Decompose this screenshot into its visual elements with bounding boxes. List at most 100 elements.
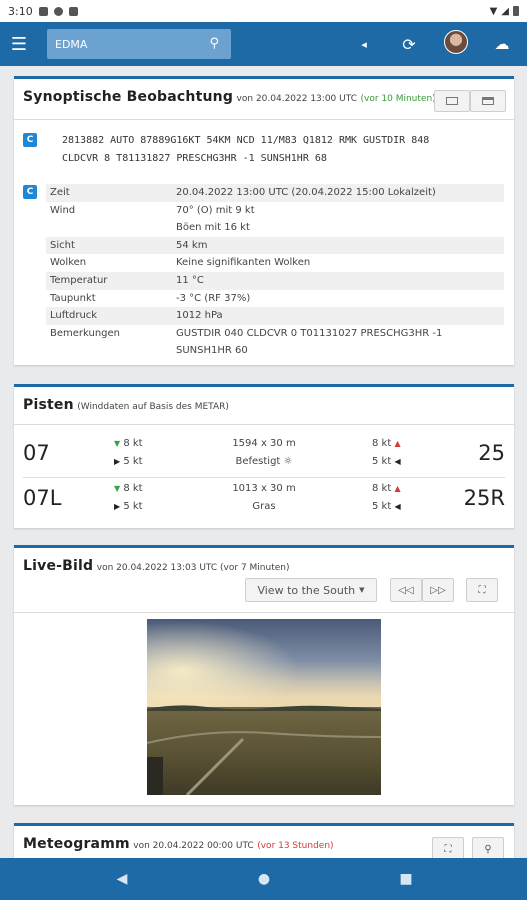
table-row: Sicht 54 km <box>46 236 504 255</box>
decoded-source-badge: C <box>23 185 37 199</box>
synop-card: Synoptische Beobachtung von 20.04.2022 1… <box>14 76 514 365</box>
synop-age: (vor 10 Minuten) <box>360 94 436 104</box>
back-icon[interactable]: ◀ <box>112 870 132 888</box>
runways-subtitle: (Winddaten auf Basis des METAR) <box>77 402 229 412</box>
table-row: SUNSH1HR 60 <box>176 345 248 357</box>
magnifier-icon: ⚲ <box>484 843 492 855</box>
runway-right-id: 25R <box>463 486 505 510</box>
meteogram-age: (vor 13 Stunden) <box>257 841 334 851</box>
sd-card-icon <box>68 6 78 16</box>
webcam-title: Live-Bild <box>23 558 94 574</box>
crosswind-icon: ◀ <box>394 502 401 511</box>
table-view-icon <box>446 97 458 105</box>
tailwind-icon: ▲ <box>394 484 401 493</box>
expand-icon: ⛶ <box>478 584 486 596</box>
webcam-image-graphic <box>147 619 381 795</box>
fullscreen-button[interactable]: ⛶ <box>466 578 498 602</box>
fast-forward-icon: ▷▷ <box>430 584 446 596</box>
crosswind-icon: ◀ <box>394 457 401 466</box>
meteogram-timestamp: von 20.04.2022 00:00 UTC <box>133 841 254 851</box>
app-icon <box>53 6 63 16</box>
meteogram-header: Meteogramm von 20.04.2022 00:00 UTC (vor… <box>23 836 334 852</box>
metar-text: 2813882 AUTO 87889G16KT 54KM NCD 11/M83 … <box>62 132 429 168</box>
rewind-icon: ◁◁ <box>398 584 414 596</box>
crosswind-left: 5 kt <box>123 456 143 467</box>
signal-icon: ◢ <box>501 5 509 17</box>
next-image-button[interactable]: ▷▷ <box>422 578 454 602</box>
previous-image-button[interactable]: ◁◁ <box>390 578 422 602</box>
avatar[interactable] <box>444 30 468 54</box>
refresh-icon[interactable]: ⟳ <box>397 32 421 56</box>
weather-cloud-icon[interactable]: ☁ <box>490 32 514 56</box>
table-row: Zeit 20.04.2022 13:00 UTC (20.04.2022 15:… <box>46 184 504 202</box>
view-raw-button[interactable] <box>470 90 506 112</box>
crosswind-right: 5 kt <box>372 456 392 467</box>
divider <box>14 119 514 120</box>
table-row: Böen mit 16 kt <box>176 222 250 234</box>
view-decoded-button[interactable] <box>434 90 470 112</box>
metar-source-badge: C <box>23 133 37 147</box>
headwind-left: 8 kt <box>123 483 143 494</box>
runway-dimensions: 1013 x 30 m <box>232 483 296 494</box>
observation-table: Zeit 20.04.2022 13:00 UTC (20.04.2022 15:… <box>46 184 504 360</box>
headwind-icon: ▼ <box>114 484 121 493</box>
metar-line: CLDCVR 8 T81131827 PRESCHG3HR -1 SUNSH1H… <box>62 153 327 164</box>
metar-line: 2813882 AUTO 87889G16KT 54KM NCD 11/M83 … <box>62 135 430 146</box>
search-icon[interactable]: ⚲ <box>209 36 219 51</box>
runway-right-id: 25 <box>478 441 505 465</box>
synop-timestamp: von 20.04.2022 13:00 UTC <box>236 94 357 104</box>
expand-icon: ⛶ <box>444 843 452 855</box>
list-view-icon <box>482 97 494 105</box>
camera-view-select[interactable]: View to the South ▼ <box>245 578 377 602</box>
runways-card: Pisten (Winddaten auf Basis des METAR) 0… <box>14 384 514 528</box>
runways-title: Pisten <box>23 397 74 413</box>
headwind-left: 8 kt <box>123 438 143 449</box>
runway-surface: Gras <box>252 501 276 512</box>
runway-left-id: 07L <box>23 486 62 510</box>
wifi-icon: ▼ <box>489 5 498 17</box>
webcam-header: Live-Bild von 20.04.2022 13:03 UTC (vor … <box>23 558 290 574</box>
home-icon[interactable]: ● <box>254 870 274 888</box>
runway-left-id: 07 <box>23 441 50 465</box>
webcam-image[interactable] <box>147 619 381 795</box>
runway-dimensions: 1594 x 30 m <box>232 438 296 449</box>
camera-view-label: View to the South <box>257 583 356 597</box>
search-input[interactable] <box>55 37 195 51</box>
caret-down-icon: ▼ <box>359 586 365 594</box>
location-arrow-icon[interactable]: ◂ <box>352 32 376 56</box>
synop-header: Synoptische Beobachtung von 20.04.2022 1… <box>23 89 436 105</box>
battery-icon <box>513 6 519 16</box>
runways-header: Pisten (Winddaten auf Basis des METAR) <box>23 397 229 413</box>
table-row: Wind 70° (O) mit 9 kt <box>50 204 255 216</box>
tailwind-icon: ▲ <box>394 439 401 448</box>
crosswind-icon: ▶ <box>114 502 121 511</box>
headwind-icon: ▼ <box>114 439 121 448</box>
webcam-card: Live-Bild von 20.04.2022 13:03 UTC (vor … <box>14 545 514 805</box>
runway-lights-icon: ☼ <box>283 456 293 467</box>
table-row: Temperatur 11 °C <box>46 271 504 290</box>
menu-icon[interactable]: ☰ <box>0 22 38 66</box>
runway-row: 07 ▼ 8 kt ▶ 5 kt 1594 x 30 m Befestigt ☼… <box>14 433 514 477</box>
runway-surface: Befestigt <box>235 456 281 467</box>
search-box[interactable]: ⚲ <box>47 29 231 59</box>
status-bar: 3:10 ▼ ◢ <box>0 0 527 22</box>
divider <box>14 612 514 613</box>
table-row: Bemerkungen GUSTDIR 040 CLDCVR 0 T0113102… <box>50 327 443 339</box>
headwind-right: 8 kt <box>372 438 392 449</box>
headwind-right: 8 kt <box>372 483 392 494</box>
recents-icon[interactable]: ■ <box>396 870 416 888</box>
synop-title: Synoptische Beobachtung <box>23 89 234 105</box>
table-row: Wolken Keine signifikanten Wolken <box>50 257 311 269</box>
crosswind-icon: ▶ <box>114 457 121 466</box>
meteogram-title: Meteogramm <box>23 836 130 852</box>
table-row: Taupunkt -3 °C (RF 37%) <box>50 292 251 304</box>
webcam-timestamp: von 20.04.2022 13:03 UTC (vor 7 Minuten) <box>96 563 290 573</box>
status-time: 3:10 <box>8 4 33 18</box>
table-row: Luftdruck 1012 hPa <box>46 307 504 325</box>
divider <box>14 424 514 425</box>
system-navigation-bar: ◀ ● ■ <box>0 858 527 900</box>
notification-icon <box>38 6 48 16</box>
crosswind-right: 5 kt <box>372 501 392 512</box>
app-bar: ☰ ⚲ ◂ ⟳ ☁ <box>0 22 527 66</box>
runway-row: 07L ▼ 8 kt ▶ 5 kt 1013 x 30 m Gras 8 kt … <box>14 478 514 522</box>
